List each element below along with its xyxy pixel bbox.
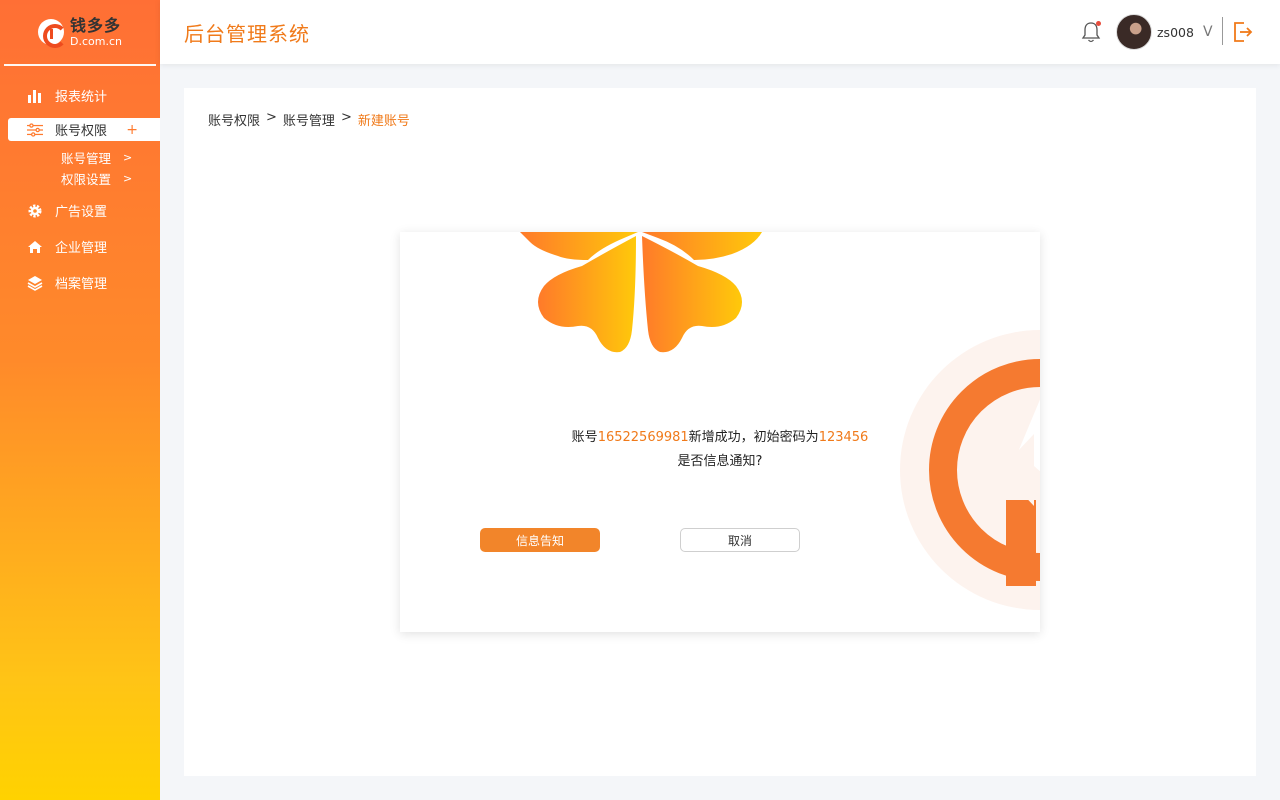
brand-logo-icon [38, 19, 67, 48]
notification-bell-icon[interactable] [1080, 20, 1102, 44]
sidebar-item-archives[interactable]: 档案管理 [0, 269, 160, 296]
home-icon [27, 239, 43, 255]
dialog-message-line2: 是否信息通知? [677, 454, 763, 469]
layers-icon [27, 275, 43, 291]
sidebar-subitem-label: 权限设置 [61, 172, 112, 187]
notification-dot [1096, 21, 1101, 26]
logout-icon[interactable] [1232, 20, 1254, 44]
sidebar-divider [4, 64, 156, 66]
sidebar-subitem-permission-settings[interactable]: 权限设置 > [0, 168, 160, 189]
new-account-number: 16522569981 [597, 430, 689, 445]
gear-icon [27, 203, 43, 219]
brand-domain: D.com.cn [70, 34, 122, 48]
brand-logo[interactable]: 钱多多 D.com.cn [0, 0, 160, 64]
sidebar-subitem-label: 账号管理 [61, 151, 112, 166]
expand-plus-icon[interactable]: + [126, 122, 138, 138]
breadcrumb-level2[interactable]: 账号管理 [283, 110, 335, 129]
brand-name: 钱多多 [70, 15, 122, 35]
sidebar-item-label: 广告设置 [55, 205, 108, 220]
breadcrumb: 账号权限 > 账号管理 > 新建账号 [208, 110, 410, 129]
sidebar: 钱多多 D.com.cn 报表统计 账号权限 + 账号管理 > 权限设置 > 广… [0, 0, 160, 800]
sidebar-item-label: 账号权限 [55, 124, 108, 139]
sliders-icon [27, 122, 43, 138]
chevron-right-icon: > [123, 151, 133, 164]
user-avatar[interactable] [1116, 14, 1152, 50]
dialog-message-line1: 账号16522569981新增成功，初始密码为123456 [571, 430, 869, 445]
sidebar-item-label: 报表统计 [55, 90, 108, 105]
cancel-button[interactable]: 取消 [680, 528, 800, 552]
dialog-message: 账号16522569981新增成功，初始密码为123456 是否信息通知? [400, 426, 1040, 474]
bar-chart-icon [27, 88, 43, 104]
sidebar-item-label: 企业管理 [55, 241, 108, 256]
sidebar-menu: 报表统计 账号权限 + 账号管理 > 权限设置 > 广告设置 企业管理 档案管理 [0, 82, 160, 296]
username[interactable]: zs008 [1157, 25, 1194, 40]
initial-password: 123456 [818, 430, 869, 445]
sidebar-item-ad-settings[interactable]: 广告设置 [0, 197, 160, 224]
top-header: 后台管理系统 zs008 V [160, 0, 1280, 64]
breadcrumb-separator: > [340, 110, 352, 125]
sidebar-item-reports[interactable]: 报表统计 [0, 82, 160, 109]
sidebar-item-label: 档案管理 [55, 277, 108, 292]
sidebar-item-account-permissions[interactable]: 账号权限 + [8, 118, 160, 141]
sidebar-submenu: 账号管理 > 权限设置 > [0, 147, 160, 189]
chevron-right-icon: > [123, 172, 133, 185]
breadcrumb-current: 新建账号 [357, 114, 410, 129]
main-content: 账号权限 > 账号管理 > 新建账号 账号16522569981新增成功，初始密… [184, 88, 1256, 776]
sidebar-item-enterprise[interactable]: 企业管理 [0, 233, 160, 260]
header-divider [1222, 17, 1223, 45]
flower-decoration [520, 232, 762, 353]
chevron-down-icon[interactable]: V [1203, 24, 1213, 40]
breadcrumb-level1[interactable]: 账号权限 [208, 110, 260, 129]
notify-button[interactable]: 信息告知 [480, 528, 600, 552]
breadcrumb-separator: > [266, 110, 277, 125]
sidebar-subitem-account-management[interactable]: 账号管理 > [0, 147, 160, 168]
app-title: 后台管理系统 [184, 22, 310, 46]
success-dialog: 账号16522569981新增成功，初始密码为123456 是否信息通知? 信息… [400, 232, 1040, 632]
